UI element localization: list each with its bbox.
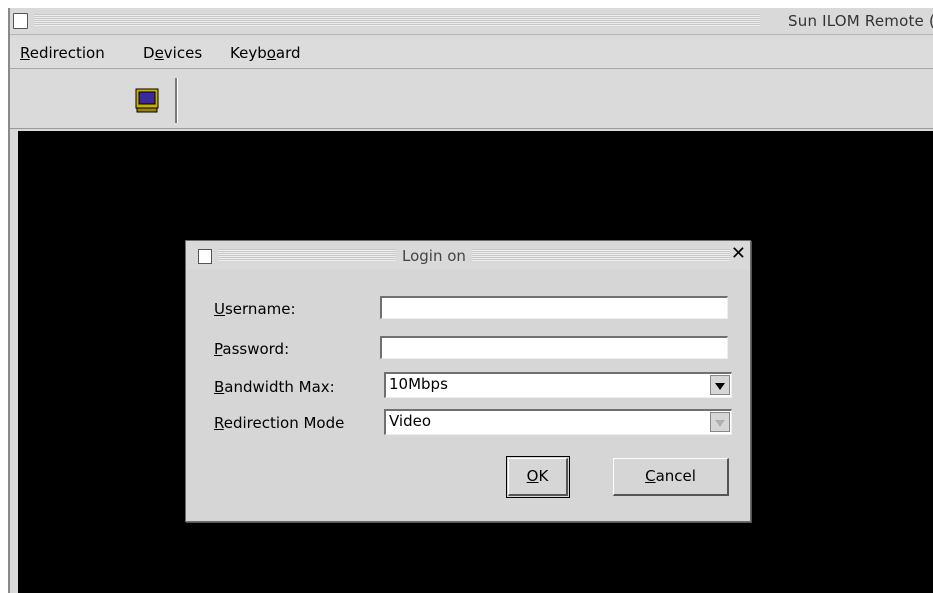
password-label: Password: [214,340,290,358]
bandwidth-select[interactable]: 10Mbps [384,372,732,398]
chevron-down-icon[interactable] [710,412,730,432]
username-label: Username: [214,300,296,318]
bandwidth-label: Bandwidth Max: [214,378,335,396]
toolbar-separator [175,78,178,123]
login-dialog: Login on ✕ Username: Password: Bandwidth… [185,240,751,522]
dialog-title-stripes [218,249,730,261]
redirection-mode-value: Video [389,412,432,430]
cancel-button[interactable]: Cancel [613,458,729,496]
title-bar[interactable]: Sun ILOM Remote ( [10,8,933,35]
dialog-title: Login on [396,247,472,265]
menu-bar: Redirection Devices Keyboard [10,38,933,69]
dialog-menu-icon[interactable] [198,249,212,264]
window-menu-icon[interactable] [13,13,28,29]
bandwidth-value: 10Mbps [389,375,448,393]
monitor-icon[interactable] [134,87,160,113]
menu-devices[interactable]: Devices [143,44,202,62]
window-title: Sun ILOM Remote ( [788,12,933,30]
username-field[interactable] [380,296,728,319]
redirection-mode-select[interactable]: Video [384,409,732,435]
menu-keyboard[interactable]: Keyboard [230,44,301,62]
password-field[interactable] [380,336,728,359]
menu-redirection[interactable]: Redirection [20,44,105,62]
ok-button[interactable]: OK [506,456,570,498]
redirection-mode-label: Redirection Mode [214,414,345,432]
title-bar-stripes [34,14,760,26]
dialog-title-bar[interactable]: Login on ✕ [186,241,750,269]
toolbar [10,70,933,129]
chevron-down-icon[interactable] [710,375,730,395]
close-icon[interactable]: ✕ [731,244,746,264]
